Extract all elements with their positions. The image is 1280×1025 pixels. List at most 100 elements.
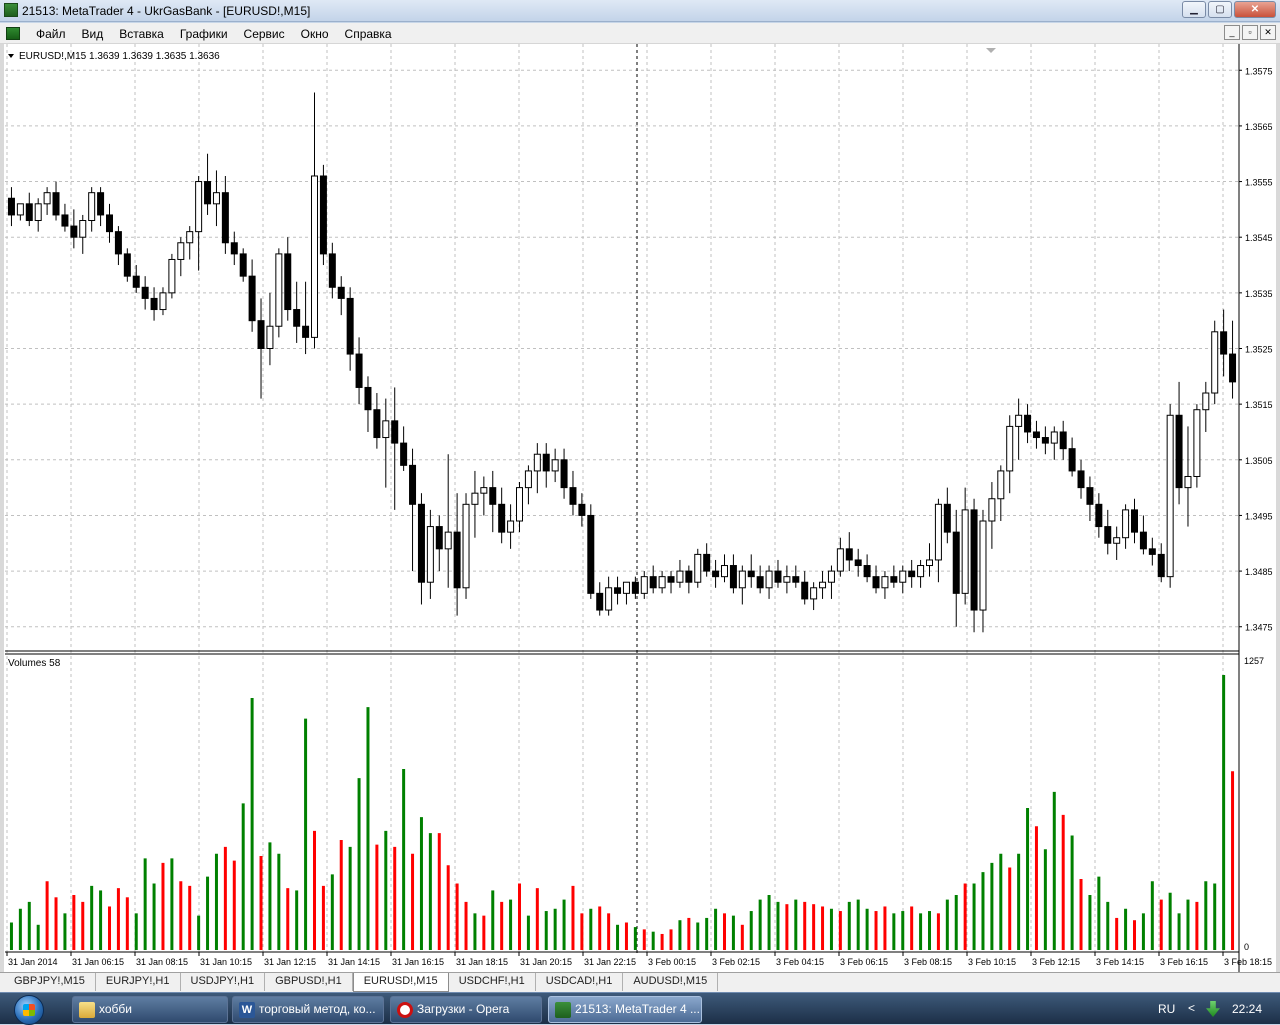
candle (845, 532, 853, 572)
taskbar-item-word[interactable]: W торговый метод, ко... (232, 996, 384, 1023)
tab-audusd[interactable]: AUDUSD!,M15 (623, 973, 719, 991)
candle (426, 509, 434, 599)
candle (489, 470, 497, 533)
clock[interactable]: 22:24 (1232, 1002, 1262, 1016)
menu-tools[interactable]: Сервис (236, 27, 293, 41)
price-tick-label: 1.3475 (1245, 623, 1273, 633)
candle (747, 554, 755, 588)
candle (997, 465, 1005, 522)
time-tick-label: 31 Jan 18:15 (456, 957, 508, 967)
candle (480, 476, 488, 516)
time-tick-label: 3 Feb 14:15 (1096, 957, 1144, 967)
candle (444, 454, 452, 588)
candle (854, 548, 862, 577)
candle (524, 465, 532, 505)
chart-window[interactable]: 1.3575 1.3565 1.3555 1.3545 1.3535 1.3525 1.35… (0, 44, 1280, 972)
candle (123, 248, 131, 282)
price-tick-label: 1.3505 (1245, 456, 1273, 466)
candle (355, 337, 363, 405)
chart-shift-marker[interactable] (986, 48, 996, 53)
tab-usdjpy[interactable]: USDJPY!,H1 (181, 973, 266, 991)
candle (703, 543, 711, 577)
candle (721, 554, 728, 583)
candle (899, 565, 907, 594)
time-axis: 31 Jan 2014 31 Jan 06:15 31 Jan 08:15 31 Ja… (6, 952, 1272, 967)
candle (756, 565, 764, 594)
volume-bars (9, 675, 1235, 950)
candle (1122, 504, 1130, 549)
candle (694, 548, 702, 588)
menu-file[interactable]: Файл (28, 27, 74, 41)
taskbar: хобби W торговый метод, ко... Загрузки -… (0, 992, 1280, 1025)
chart-window-icon[interactable] (6, 27, 20, 40)
candle (186, 226, 194, 260)
candle (952, 509, 960, 627)
chart-restore-button[interactable]: ▫ (1242, 25, 1258, 40)
candle (248, 259, 256, 332)
candlestick-chart[interactable]: 1.3575 1.3565 1.3555 1.3545 1.3535 1.3525 1.35… (4, 44, 1276, 972)
candle (230, 231, 238, 266)
candle (765, 565, 773, 599)
taskbar-item-metatrader[interactable]: 21513: MetaTrader 4 ... (548, 996, 702, 1023)
tab-gbpjpy[interactable]: GBPJPY!,M15 (4, 973, 96, 991)
tab-usdcad[interactable]: USDCAD!,H1 (536, 973, 624, 991)
candle (1050, 426, 1058, 460)
candle (970, 498, 978, 633)
close-button[interactable]: ✕ (1234, 1, 1276, 18)
candle (881, 571, 889, 599)
chart-minimize-button[interactable]: _ (1224, 25, 1240, 40)
volume-zero-tick: 0 (1244, 942, 1249, 952)
candle (926, 543, 933, 577)
tab-eurusd[interactable]: EURUSD!,M15 (352, 973, 449, 992)
candle (266, 292, 274, 366)
window-titlebar: 21513: MetaTrader 4 - UkrGasBank - [EURU… (0, 0, 1280, 22)
price-tick-label: 1.3535 (1245, 289, 1273, 299)
price-tick-label: 1.3555 (1245, 178, 1273, 188)
tab-eurjpy[interactable]: EURJPY!,H1 (96, 973, 181, 991)
candle (1211, 320, 1219, 405)
candle (801, 571, 809, 605)
menu-bar: Файл Вид Вставка Графики Сервис Окно Спр… (0, 23, 1280, 44)
time-tick-label: 31 Jan 14:15 (328, 957, 380, 967)
window-title: 21513: MetaTrader 4 - UkrGasBank - [EURU… (22, 4, 311, 18)
system-tray: RU < 22:24 (1158, 993, 1280, 1025)
time-tick-label: 31 Jan 2014 (8, 957, 58, 967)
chart-close-button[interactable]: ✕ (1260, 25, 1276, 40)
menu-view[interactable]: Вид (74, 27, 112, 41)
candle (150, 287, 158, 321)
candle (34, 198, 42, 232)
maximize-button[interactable]: ▢ (1208, 1, 1232, 18)
download-arrow-icon[interactable] (1206, 1001, 1220, 1017)
candle (1015, 398, 1023, 460)
time-tick-label: 31 Jan 06:15 (72, 957, 124, 967)
candle (649, 565, 657, 594)
candle (712, 559, 720, 588)
candle (516, 482, 523, 533)
candle (221, 175, 229, 254)
menu-help[interactable]: Справка (337, 27, 400, 41)
time-tick-label: 31 Jan 16:15 (392, 957, 444, 967)
language-indicator[interactable]: RU (1158, 1002, 1175, 1016)
chart-header-arrow-icon[interactable] (8, 54, 14, 58)
menu-charts[interactable]: Графики (172, 27, 236, 41)
candle (810, 582, 818, 611)
menu-insert[interactable]: Вставка (111, 27, 172, 41)
minimize-button[interactable]: ▁ (1182, 1, 1206, 18)
candle (346, 287, 354, 371)
chart-header: EURUSD!,M15 1.3639 1.3639 1.3635 1.3636 (19, 51, 220, 62)
candle (560, 448, 568, 499)
start-button[interactable] (4, 994, 58, 1025)
menu-window[interactable]: Окно (293, 27, 337, 41)
candle (373, 393, 381, 449)
price-tick-label: 1.3575 (1245, 66, 1273, 76)
tab-gbpusd[interactable]: GBPUSD!,H1 (265, 973, 353, 991)
candle (239, 248, 247, 282)
show-hidden-icons-icon[interactable]: < (1188, 1001, 1195, 1015)
candle (435, 515, 443, 572)
candle (551, 448, 559, 483)
time-tick-label: 31 Jan 22:15 (584, 957, 636, 967)
taskbar-item-folder[interactable]: хобби (72, 996, 228, 1023)
tab-usdchf[interactable]: USDCHF!,H1 (449, 973, 536, 991)
taskbar-item-opera[interactable]: Загрузки - Opera (390, 996, 542, 1023)
candle (1193, 404, 1201, 488)
